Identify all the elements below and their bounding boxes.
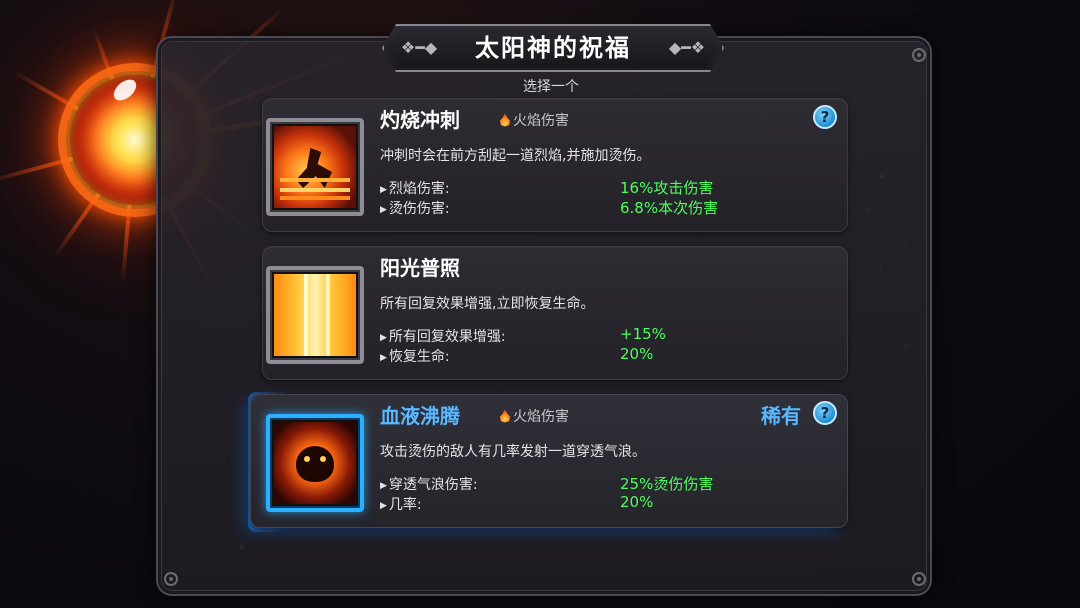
stat-label: ▶ 烈焰伤害: [380, 181, 450, 197]
damage-type-label: 火焰伤害 [513, 113, 569, 129]
damage-type-label: 火焰伤害 [513, 409, 569, 425]
demon-vortex-icon [266, 414, 364, 512]
stat-label: ▶ 穿透气浪伤害: [380, 477, 478, 493]
stat-value: 25%烫伤伤害 [620, 475, 714, 493]
stat-value: 16%攻击伤害 [620, 179, 714, 197]
stat-value: 20% [620, 493, 654, 511]
stat-label: ▶ 几率: [380, 497, 422, 513]
damage-type-tag: 火焰伤害 [500, 406, 569, 426]
card-title: 阳光普照 [380, 256, 460, 280]
card-title: 血液沸腾 [380, 404, 460, 428]
help-button[interactable]: ? [813, 401, 837, 425]
card-title: 灼烧冲刺 [380, 108, 460, 132]
card-description: 冲刺时会在前方刮起一道烈焰,并施加烫伤。 [380, 148, 651, 164]
flame-dash-icon [266, 118, 364, 216]
stat-label: ▶ 所有回复效果增强: [380, 329, 506, 345]
stat-label: ▶ 烫伤伤害: [380, 201, 450, 217]
stat-value: 20% [620, 345, 654, 363]
fire-icon [500, 114, 510, 127]
panel-corner-ornament [164, 572, 178, 586]
panel-corner-ornament [912, 48, 926, 62]
panel-subtitle: 选择一个 [523, 79, 579, 95]
help-button[interactable]: ? [813, 105, 837, 129]
panel-title: 太阳神的祝福 [475, 34, 631, 62]
stat-value: +15% [620, 325, 666, 343]
card-description: 攻击烫伤的敌人有几率发射一道穿透气浪。 [380, 444, 646, 460]
sun-beam-icon [266, 266, 364, 364]
panel-corner-ornament [912, 572, 926, 586]
fire-icon [500, 410, 510, 423]
damage-type-tag: 火焰伤害 [500, 110, 569, 130]
rarity-label: 稀有 [761, 404, 801, 428]
card-description: 所有回复效果增强,立即恢复生命。 [380, 296, 595, 312]
stat-label: ▶ 恢复生命: [380, 349, 450, 365]
stat-value: 6.8%本次伤害 [620, 199, 719, 217]
